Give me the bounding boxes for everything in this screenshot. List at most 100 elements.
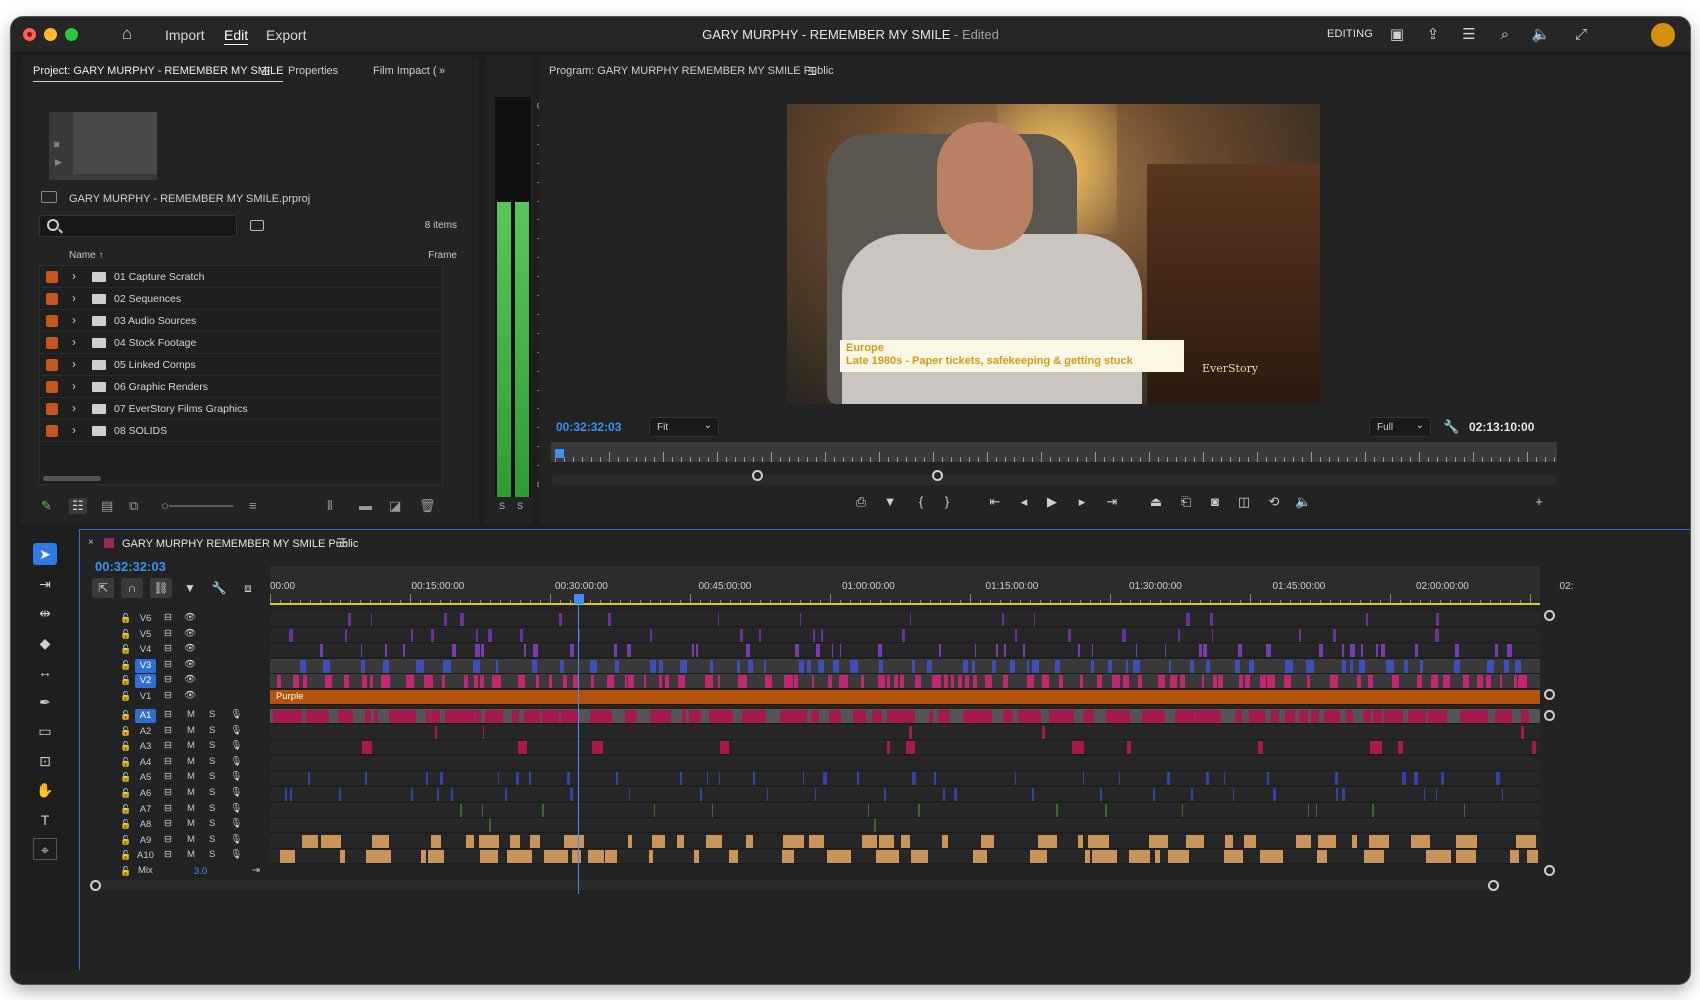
program-menu-icon[interactable]: ☰	[807, 65, 817, 78]
timeline-clip[interactable]	[1376, 644, 1379, 657]
pen-tool-icon[interactable]: ✒	[33, 691, 57, 713]
timeline-clip[interactable]	[1123, 675, 1129, 688]
timeline-clip[interactable]	[1091, 659, 1094, 673]
timeline-clip[interactable]	[813, 628, 815, 642]
microphone-icon[interactable]: 🎙	[230, 818, 242, 829]
timeline-clip[interactable]	[1078, 644, 1080, 657]
lock-icon[interactable]: 🔓	[120, 660, 131, 671]
microphone-icon[interactable]: 🎙	[230, 803, 242, 814]
timeline-clip[interactable]	[1249, 710, 1265, 723]
timeline-clip[interactable]	[519, 628, 524, 642]
label-color-swatch[interactable]	[46, 425, 58, 437]
timeline-clip[interactable]	[852, 710, 866, 723]
new-item-icon[interactable]: ◪	[389, 498, 401, 514]
timeline-clip[interactable]	[902, 628, 906, 642]
timeline-clip[interactable]	[1201, 675, 1205, 688]
timeline-playhead[interactable]	[574, 594, 584, 604]
timeline-clip[interactable]	[1341, 644, 1345, 657]
timeline-clip[interactable]	[1513, 675, 1518, 688]
timeline-clip[interactable]	[473, 659, 481, 673]
label-color-swatch[interactable]	[46, 337, 58, 349]
timeline-clip[interactable]	[1031, 788, 1034, 801]
pencil-icon[interactable]: ✎	[41, 498, 52, 514]
timeline-clip[interactable]	[1232, 788, 1235, 801]
timeline-clip[interactable]	[523, 710, 541, 723]
timeline-clip[interactable]	[1352, 834, 1357, 848]
fullscreen-icon[interactable]: ⤢	[1571, 25, 1591, 45]
timeline-clip[interactable]	[1494, 710, 1512, 723]
audio-track-scroll-end[interactable]	[1544, 865, 1555, 876]
lock-icon[interactable]: 🔓	[120, 804, 131, 815]
timeline-clip[interactable]	[1454, 659, 1460, 673]
track-header-a4[interactable]: 🔓 A4 ⊟ M S 🎙	[80, 756, 268, 771]
video-track-scroll-handle[interactable]	[1544, 610, 1555, 621]
timeline-clip[interactable]	[1148, 834, 1168, 848]
razor-tool-icon[interactable]: ◆	[33, 632, 57, 654]
program-timecode[interactable]: 00:32:32:03	[556, 420, 621, 434]
timeline-clip[interactable]	[374, 710, 379, 723]
timeline-clip[interactable]	[1196, 710, 1221, 723]
timeline-clip[interactable]	[1155, 850, 1160, 864]
tab-menu-icon[interactable]: ☰	[261, 65, 271, 78]
timeline-clip[interactable]	[1153, 788, 1155, 801]
timeline-clip[interactable]	[876, 850, 899, 864]
timeline-clip[interactable]	[1096, 675, 1102, 688]
label-color-swatch[interactable]	[46, 403, 58, 415]
timeline-clip[interactable]	[1526, 850, 1538, 864]
sync-lock-icon[interactable]: ⊟	[164, 709, 172, 720]
timeline-clip[interactable]	[360, 659, 366, 673]
timeline-clip[interactable]	[877, 644, 882, 657]
timeline-clip[interactable]	[717, 675, 720, 688]
timeline-clip[interactable]	[1235, 710, 1243, 723]
snap-icon[interactable]: ∩	[121, 578, 143, 598]
microphone-icon[interactable]: 🎙	[230, 709, 242, 720]
timeline-clip[interactable]	[729, 850, 738, 864]
lock-icon[interactable]: 🔓	[120, 741, 131, 752]
timeline-clip[interactable]	[1049, 710, 1075, 723]
mute-toggle[interactable]: M	[187, 771, 195, 782]
mute-toggle[interactable]: M	[187, 725, 195, 736]
lift-icon[interactable]: ⏏	[1148, 494, 1164, 510]
timeline-clip[interactable]	[605, 850, 617, 864]
track-row-a1[interactable]	[270, 709, 1540, 724]
timeline-clip[interactable]	[950, 675, 954, 688]
timeline-clip[interactable]	[1310, 710, 1319, 723]
timeline-clip[interactable]	[814, 788, 817, 801]
timeline-clip[interactable]	[1032, 659, 1039, 673]
timeline-clip[interactable]	[1135, 644, 1137, 657]
timeline-clip[interactable]	[1381, 644, 1385, 657]
timeline-clip[interactable]	[302, 675, 308, 688]
lock-icon[interactable]: 🔓	[120, 629, 131, 640]
microphone-icon[interactable]: 🎙	[230, 756, 242, 767]
timeline-clip[interactable]	[1423, 788, 1426, 801]
timeline-clip[interactable]	[1361, 644, 1363, 657]
track-target-toggle[interactable]: A1	[135, 709, 156, 723]
chevron-right-icon[interactable]: ›	[72, 423, 76, 437]
timeline-clip[interactable]	[452, 644, 457, 657]
timeline-clip[interactable]	[1442, 675, 1451, 688]
timeline-clip[interactable]	[909, 613, 912, 626]
sort-icon[interactable]: ≡	[249, 498, 257, 513]
track-header-a7[interactable]: 🔓 A7 ⊟ M S 🎙	[80, 803, 268, 818]
timeline-clip[interactable]	[677, 834, 685, 848]
timeline-clip[interactable]	[559, 613, 562, 626]
timeline-clip[interactable]	[319, 644, 324, 657]
track-header-a9[interactable]: 🔓 A9 ⊟ M S 🎙	[80, 834, 268, 849]
column-name-header[interactable]: Name ↑	[69, 250, 103, 261]
timeline-clip[interactable]	[1299, 628, 1301, 642]
tab-properties[interactable]: Properties	[288, 65, 338, 77]
timeline-clip[interactable]	[1223, 772, 1226, 786]
zoom-start-handle[interactable]	[752, 470, 763, 481]
scroll-start-handle[interactable]	[90, 880, 101, 891]
timeline-clip[interactable]	[1026, 675, 1034, 688]
timeline-clip[interactable]	[479, 834, 499, 848]
timeline-clip[interactable]	[1037, 834, 1058, 848]
timeline-clip[interactable]	[779, 710, 807, 723]
timeline-clip[interactable]	[1248, 659, 1255, 673]
panel-layout-icon[interactable]: ▣	[1387, 25, 1407, 45]
timeline-clip[interactable]	[974, 644, 976, 657]
chevron-right-icon[interactable]: ›	[72, 291, 76, 305]
timeline-clip[interactable]	[806, 659, 811, 673]
timeline-clip[interactable]	[615, 772, 619, 786]
timeline-clip[interactable]	[1499, 675, 1503, 688]
